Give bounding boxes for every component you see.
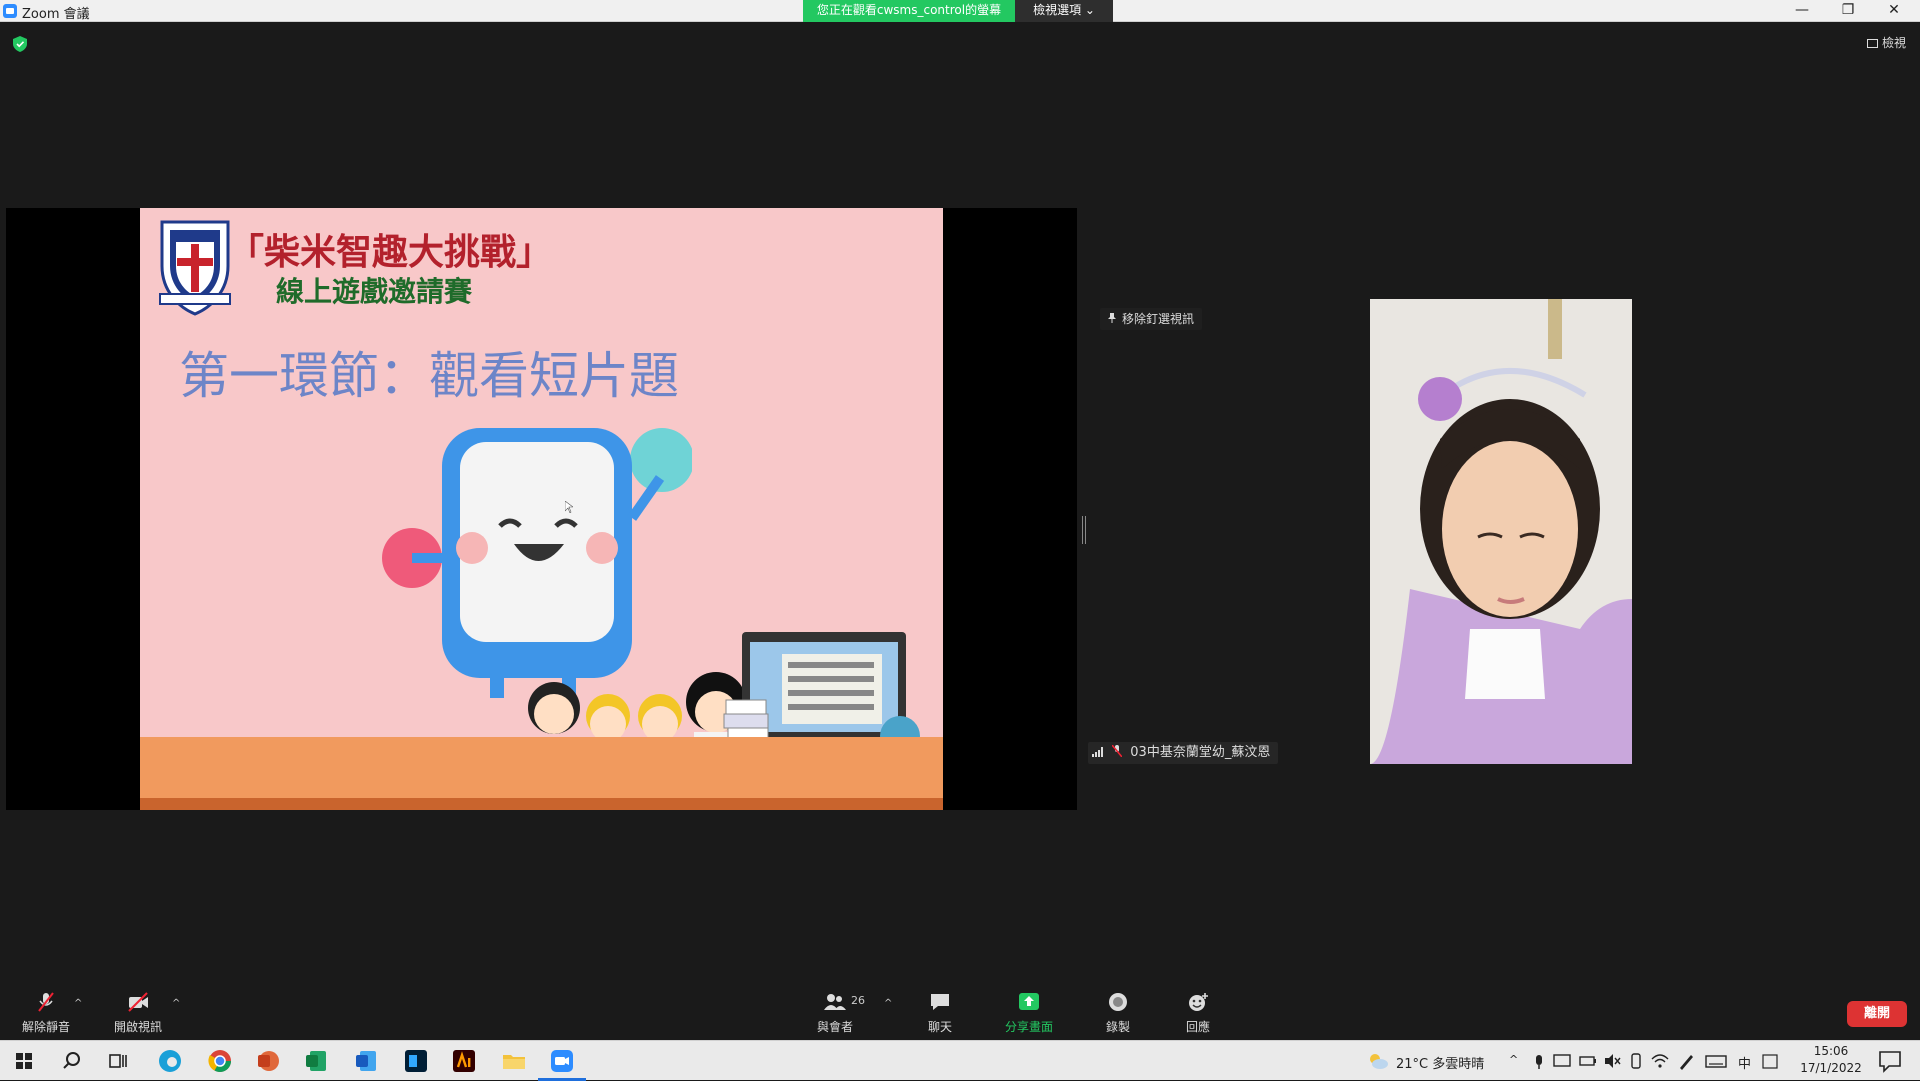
unmute-label: 解除靜音 bbox=[21, 1020, 70, 1034]
chat-label: 聊天 bbox=[927, 1020, 952, 1034]
word-icon[interactable] bbox=[352, 1047, 380, 1075]
participant-video-tile[interactable] bbox=[1370, 299, 1632, 764]
remove-pin-label: 移除釘選視訊 bbox=[1122, 312, 1195, 326]
participants-count: 26 bbox=[851, 994, 865, 1007]
tray-expand-caret-icon[interactable]: ^ bbox=[1509, 1053, 1518, 1066]
tray-microphone-icon[interactable] bbox=[1530, 1047, 1548, 1075]
weather-cloud-icon[interactable] bbox=[1364, 1047, 1392, 1075]
system-clock[interactable]: 15:06 17/1/2022 bbox=[1794, 1043, 1868, 1077]
video-off-icon bbox=[128, 992, 148, 1012]
participant-name-tag: 03中基奈蘭堂幼_蘇汶恩 bbox=[1088, 742, 1279, 764]
pin-icon bbox=[1108, 313, 1116, 323]
keyboard-icon[interactable] bbox=[1704, 1047, 1728, 1075]
start-video-button[interactable]: 開啟視訊 bbox=[98, 980, 178, 1039]
volume-muted-icon[interactable] bbox=[1602, 1047, 1622, 1075]
participants-icon bbox=[824, 994, 846, 1010]
usb-device-icon[interactable] bbox=[1626, 1047, 1646, 1075]
clock-time: 15:06 bbox=[1813, 1044, 1849, 1058]
search-icon[interactable] bbox=[58, 1047, 86, 1075]
window-titlebar: Zoom 會議 您正在觀看cwsms_control的螢幕 檢視選項 ⌄ — ❐… bbox=[0, 0, 1920, 22]
share-screen-label: 分享畫面 bbox=[1004, 1020, 1053, 1034]
pen-icon[interactable] bbox=[1676, 1047, 1696, 1075]
participants-button[interactable]: 26 與會者 bbox=[795, 980, 875, 1039]
input-method-indicator[interactable]: 中 bbox=[1738, 1053, 1751, 1072]
wifi-icon[interactable] bbox=[1650, 1047, 1670, 1075]
windows-taskbar: 21°C 多雲時晴 ^ 中 15:06 17/1/2022 bbox=[0, 1040, 1920, 1081]
chat-button[interactable]: 聊天 bbox=[900, 980, 980, 1039]
unmute-button[interactable]: 解除靜音 bbox=[6, 980, 86, 1039]
battery-icon[interactable] bbox=[1578, 1047, 1598, 1075]
audio-options-caret-icon[interactable]: ^ bbox=[74, 998, 82, 1009]
record-label: 錄製 bbox=[1105, 1020, 1130, 1034]
excel-icon[interactable] bbox=[302, 1047, 330, 1075]
participant-name: 03中基奈蘭堂幼_蘇汶恩 bbox=[1130, 745, 1271, 760]
clock-date: 17/1/2022 bbox=[1800, 1061, 1862, 1075]
minimize-button[interactable]: — bbox=[1780, 0, 1824, 22]
participants-label: 與會者 bbox=[816, 1020, 853, 1034]
edge-browser-icon[interactable] bbox=[156, 1047, 184, 1075]
share-screen-icon bbox=[1019, 993, 1039, 1010]
windows-start-icon[interactable] bbox=[10, 1047, 38, 1075]
split-view-handle[interactable] bbox=[1082, 516, 1086, 544]
presentation-slide: 「柴米智趣大挑戰」 線上遊戲邀請賽 第一環節：觀看短片題 bbox=[140, 208, 943, 810]
slide-subtitle: 線上遊戲邀請賽 bbox=[276, 275, 473, 308]
slide-title: 「柴米智趣大挑戰」 bbox=[228, 231, 553, 273]
participants-options-caret-icon[interactable]: ^ bbox=[884, 998, 892, 1009]
chat-bubble-icon bbox=[931, 994, 949, 1010]
reactions-label: 回應 bbox=[1185, 1020, 1210, 1034]
chrome-browser-icon[interactable] bbox=[206, 1047, 234, 1075]
video-options-caret-icon[interactable]: ^ bbox=[172, 998, 180, 1009]
muted-microphone-icon bbox=[38, 992, 54, 1012]
file-explorer-icon[interactable] bbox=[500, 1047, 528, 1075]
reactions-button[interactable]: 回應 bbox=[1158, 980, 1238, 1039]
view-layout-button[interactable]: 檢視 bbox=[1866, 34, 1906, 51]
participant-video-image bbox=[1370, 299, 1632, 764]
task-view-icon[interactable] bbox=[104, 1047, 132, 1075]
powerpoint-icon[interactable] bbox=[254, 1047, 282, 1075]
record-icon bbox=[1109, 993, 1127, 1011]
restore-button[interactable]: ❐ bbox=[1826, 0, 1870, 22]
slide-section-title: 第一環節：觀看短片題 bbox=[179, 347, 679, 405]
viewing-screen-banner: 您正在觀看cwsms_control的螢幕 bbox=[803, 0, 1015, 22]
shared-screen: 「柴米智趣大挑戰」 線上遊戲邀請賽 第一環節：觀看短片題 bbox=[6, 208, 1077, 810]
signal-strength-icon bbox=[1092, 743, 1104, 757]
window-title: Zoom 會議 bbox=[22, 7, 90, 22]
view-options-button[interactable]: 檢視選項 ⌄ bbox=[1015, 0, 1113, 22]
leave-meeting-button[interactable]: 離開 bbox=[1847, 1001, 1907, 1027]
encryption-shield-icon[interactable] bbox=[13, 36, 27, 52]
weather-text[interactable]: 21°C 多雲時晴 bbox=[1396, 1053, 1484, 1072]
mouse-cursor-icon bbox=[565, 501, 573, 513]
school-crest-icon bbox=[159, 220, 231, 316]
illustrator-icon[interactable] bbox=[450, 1047, 478, 1075]
close-window-button[interactable]: ✕ bbox=[1872, 0, 1916, 22]
muted-mic-icon bbox=[1111, 743, 1123, 758]
slide-floor-band bbox=[140, 737, 943, 810]
photoshop-icon[interactable] bbox=[402, 1047, 430, 1075]
remove-pin-video-button[interactable]: 移除釘選視訊 bbox=[1100, 308, 1203, 330]
share-screen-button[interactable]: 分享畫面 bbox=[989, 980, 1069, 1039]
view-layout-label: 檢視 bbox=[1881, 36, 1906, 50]
rice-mascot-illustration bbox=[382, 428, 692, 698]
zoom-app-icon bbox=[3, 4, 17, 18]
grid-view-icon bbox=[1866, 39, 1878, 48]
tray-display-icon[interactable] bbox=[1552, 1047, 1572, 1075]
record-button[interactable]: 錄製 bbox=[1078, 980, 1158, 1039]
start-video-label: 開啟視訊 bbox=[113, 1020, 162, 1034]
zoom-taskbar-icon[interactable] bbox=[548, 1047, 576, 1075]
reaction-emoji-icon bbox=[1189, 993, 1208, 1011]
meeting-toolbar: 解除靜音 ^ 開啟視訊 ^ 26 與會者 ^ 聊天 分享畫面 錄製 回應 bbox=[0, 980, 1920, 1039]
notification-center-icon[interactable] bbox=[1876, 1047, 1904, 1075]
ime-mode-icon[interactable] bbox=[1760, 1047, 1780, 1075]
